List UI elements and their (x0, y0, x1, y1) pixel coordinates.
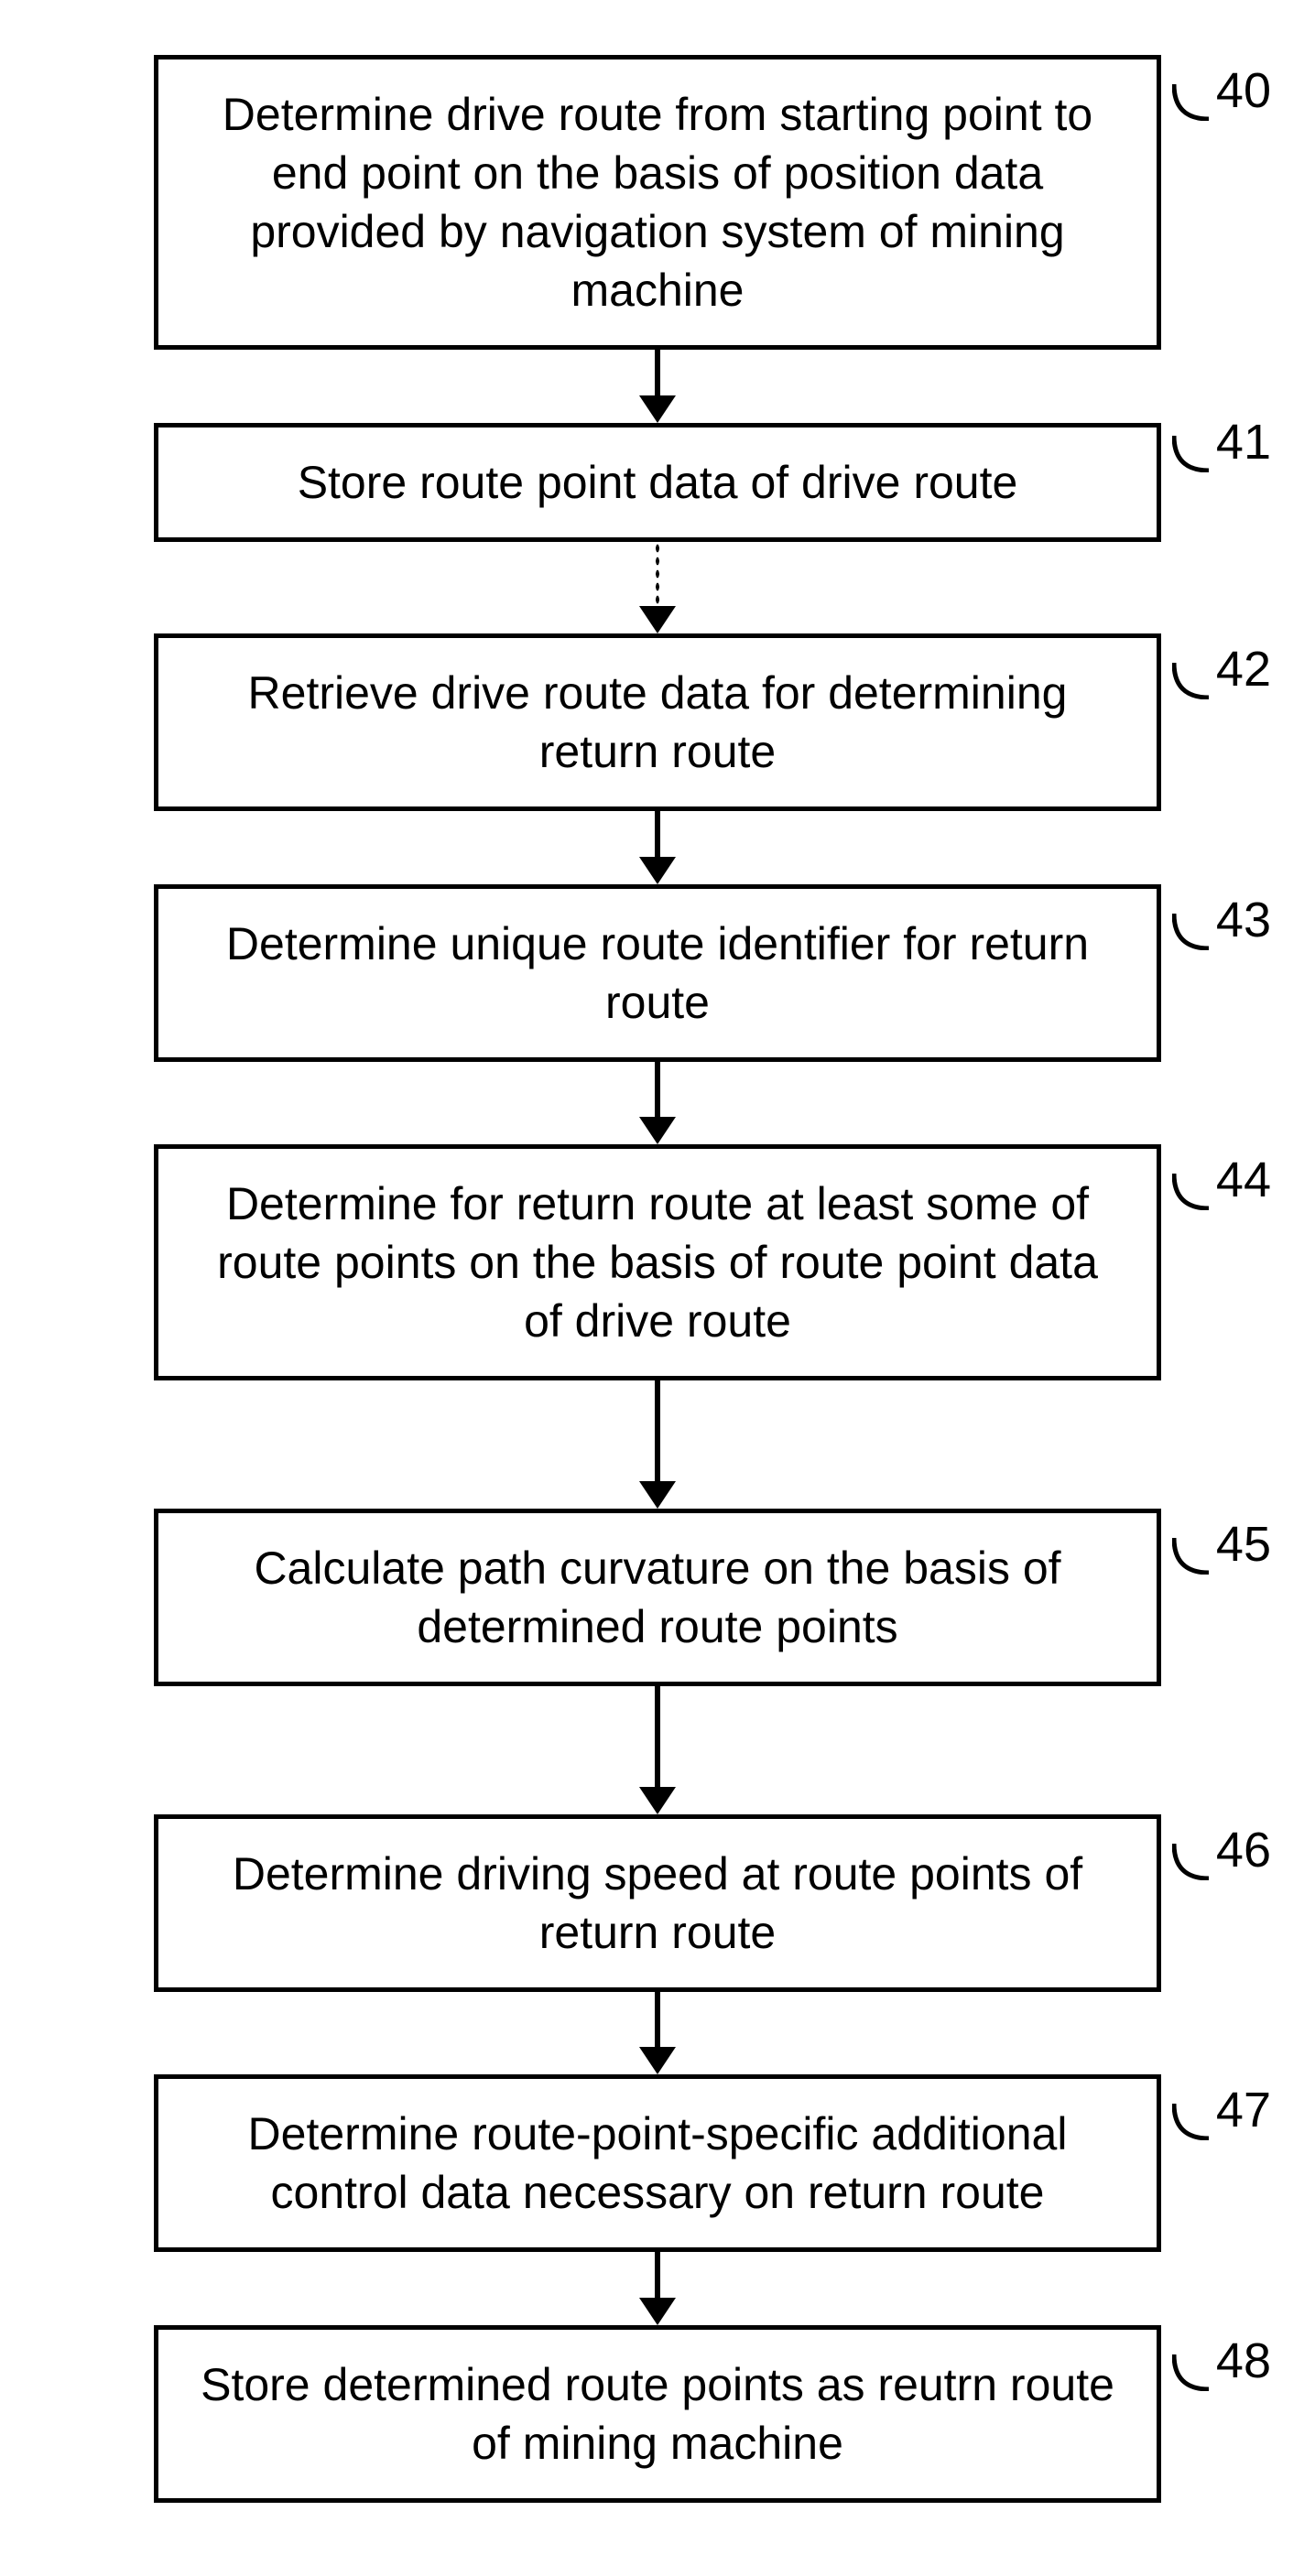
step-label: 48 (1172, 2334, 1271, 2391)
step-46: Determine driving speed at route points … (154, 1814, 1161, 1992)
step-text: Determine route-point-specific additiona… (195, 2105, 1120, 2222)
step-label: 46 (1172, 1824, 1271, 1880)
step-text: Determine unique route identifier for re… (195, 915, 1120, 1032)
label-hook-icon (1172, 912, 1211, 950)
step-text: Determine driving speed at route points … (195, 1845, 1120, 1962)
label-hook-icon (1172, 1172, 1211, 1210)
step-40: Determine drive route from starting poin… (154, 55, 1161, 350)
step-box: Determine drive route from starting poin… (154, 55, 1161, 350)
step-label: 41 (1172, 416, 1271, 472)
step-47: Determine route-point-specific additiona… (154, 2074, 1161, 2252)
step-48: Store determined route points as reutrn … (154, 2325, 1161, 2503)
step-box: Store route point data of drive route (154, 423, 1161, 542)
arrow-icon (630, 350, 685, 423)
step-text: Retrieve drive route data for determinin… (195, 664, 1120, 781)
label-hook-icon (1172, 661, 1211, 699)
step-box: Retrieve drive route data for determinin… (154, 633, 1161, 811)
step-label: 45 (1172, 1518, 1271, 1575)
arrow-icon (630, 1686, 685, 1814)
step-box: Store determined route points as reutrn … (154, 2325, 1161, 2503)
step-box: Determine for return route at least some… (154, 1144, 1161, 1380)
step-43: Determine unique route identifier for re… (154, 884, 1161, 1062)
arrow-icon (630, 1380, 685, 1509)
step-41: Store route point data of drive route 41 (154, 423, 1161, 542)
step-id: 40 (1216, 62, 1271, 119)
step-text: Determine drive route from starting poin… (195, 85, 1120, 319)
step-text: Calculate path curvature on the basis of… (195, 1539, 1120, 1656)
step-id: 45 (1216, 1516, 1271, 1573)
label-hook-icon (1172, 434, 1211, 472)
step-id: 43 (1216, 892, 1271, 948)
step-45: Calculate path curvature on the basis of… (154, 1509, 1161, 1686)
step-label: 47 (1172, 2084, 1271, 2140)
arrow-icon (630, 1992, 685, 2074)
label-hook-icon (1172, 1842, 1211, 1880)
arrow-icon (630, 811, 685, 884)
step-id: 41 (1216, 414, 1271, 471)
step-id: 42 (1216, 641, 1271, 698)
step-42: Retrieve drive route data for determinin… (154, 633, 1161, 811)
label-hook-icon (1172, 82, 1211, 121)
step-text: Determine for return route at least some… (195, 1174, 1120, 1350)
arrow-dotted-icon (630, 542, 685, 633)
step-label: 44 (1172, 1153, 1271, 1210)
step-box: Determine route-point-specific additiona… (154, 2074, 1161, 2252)
step-text: Store determined route points as reutrn … (195, 2355, 1120, 2473)
step-id: 44 (1216, 1152, 1271, 1208)
step-label: 40 (1172, 64, 1271, 121)
step-id: 46 (1216, 1822, 1271, 1878)
step-id: 48 (1216, 2332, 1271, 2389)
step-label: 42 (1172, 643, 1271, 699)
step-44: Determine for return route at least some… (154, 1144, 1161, 1380)
step-label: 43 (1172, 893, 1271, 950)
arrow-icon (630, 1062, 685, 1144)
step-id: 47 (1216, 2082, 1271, 2138)
step-text: Store route point data of drive route (298, 453, 1018, 512)
label-hook-icon (1172, 2102, 1211, 2140)
label-hook-icon (1172, 2353, 1211, 2391)
step-box: Determine driving speed at route points … (154, 1814, 1161, 1992)
flowchart-container: Determine drive route from starting poin… (0, 0, 1315, 2576)
step-box: Determine unique route identifier for re… (154, 884, 1161, 1062)
step-box: Calculate path curvature on the basis of… (154, 1509, 1161, 1686)
label-hook-icon (1172, 1536, 1211, 1575)
arrow-icon (630, 2252, 685, 2325)
